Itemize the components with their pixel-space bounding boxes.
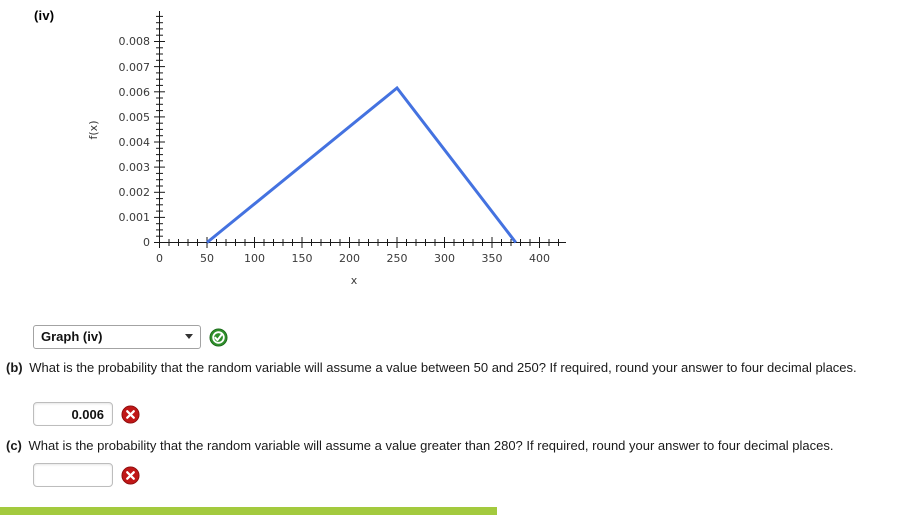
probability-density-plot: 0 0.001 0.002 0.003 0.004 0.005 0.006 0.… <box>87 11 566 287</box>
x-tick-label: 300 <box>434 252 455 265</box>
y-tick-label: 0.001 <box>119 211 151 224</box>
y-tick-label: 0.007 <box>119 61 151 74</box>
y-tick-label: 0.002 <box>119 186 151 199</box>
question-b: (b) What is the probability that the ran… <box>6 358 900 378</box>
x-axis-tick-labels: 0 50 100 150 200 250 300 350 400 <box>156 252 550 265</box>
x-tick-label: 50 <box>200 252 214 265</box>
y-tick-label: 0.004 <box>119 136 151 149</box>
y-tick-label: 0.005 <box>119 111 151 124</box>
x-tick-label: 250 <box>387 252 408 265</box>
graph-select-wrapper[interactable]: Graph (i) Graph (ii) Graph (iii) Graph (… <box>33 325 201 349</box>
question-b-text: What is the probability that the random … <box>29 360 857 375</box>
question-c: (c) What is the probability that the ran… <box>6 436 900 456</box>
y-axis-title: f(x) <box>87 121 100 140</box>
answer-input-b[interactable] <box>33 402 113 426</box>
y-axis-tick-labels: 0 0.001 0.002 0.003 0.004 0.005 0.006 0.… <box>119 35 151 249</box>
graph-select[interactable]: Graph (i) Graph (ii) Graph (iii) Graph (… <box>33 325 201 349</box>
x-tick-label: 100 <box>244 252 265 265</box>
y-tick-label: 0.006 <box>119 86 151 99</box>
question-c-label: (c) <box>6 438 22 453</box>
x-tick-label: 150 <box>292 252 313 265</box>
graph-select-row: Graph (i) Graph (ii) Graph (iii) Graph (… <box>33 325 228 349</box>
question-b-label: (b) <box>6 360 23 375</box>
answer-row-c <box>33 463 140 487</box>
x-axis-title: x <box>351 274 358 287</box>
y-tick-label: 0 <box>143 236 150 249</box>
x-tick-label: 200 <box>339 252 360 265</box>
footer-rule <box>0 507 497 515</box>
y-tick-label: 0.008 <box>119 35 151 48</box>
question-c-text: What is the probability that the random … <box>28 438 834 453</box>
x-tick-label: 0 <box>156 252 163 265</box>
answer-input-c[interactable] <box>33 463 113 487</box>
error-circle-icon <box>121 465 140 485</box>
density-curve <box>206 85 517 244</box>
y-tick-label: 0.003 <box>119 161 151 174</box>
error-circle-icon <box>121 404 140 424</box>
check-circle-icon <box>209 327 228 347</box>
graph-panel: (iv) 0 0.001 0.002 0.003 0.004 0.005 0.0… <box>0 0 600 300</box>
x-tick-label: 400 <box>529 252 550 265</box>
answer-row-b <box>33 402 140 426</box>
x-tick-label: 350 <box>482 252 503 265</box>
